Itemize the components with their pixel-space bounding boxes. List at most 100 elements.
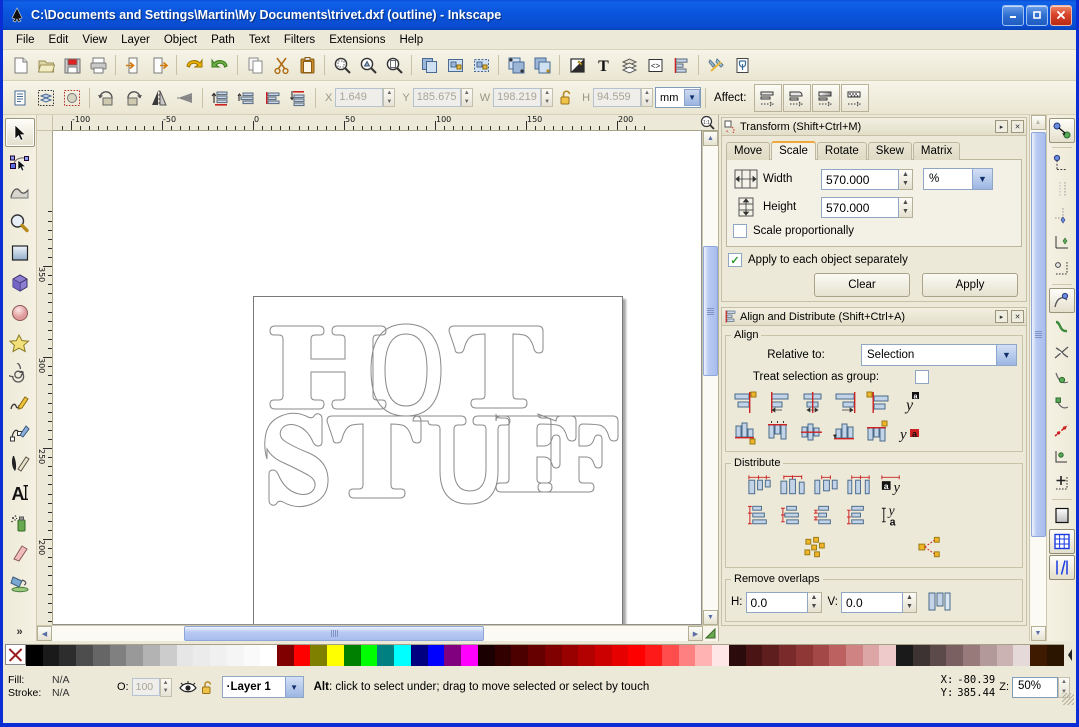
paint-bucket-icon[interactable]	[5, 568, 35, 597]
align-distribute-icon[interactable]	[668, 52, 694, 78]
clear-button[interactable]: Clear	[814, 273, 910, 297]
snap-bbox-centers-button[interactable]	[1049, 255, 1075, 280]
snap-to-grids-button[interactable]	[1048, 529, 1075, 554]
x-input[interactable]: 1.649	[335, 88, 384, 107]
menu-path[interactable]: Path	[204, 32, 242, 48]
zoom-input[interactable]: 50%	[1012, 676, 1058, 698]
palette-swatch[interactable]	[661, 645, 679, 666]
dock-scroll-down-arrow-icon[interactable]: ▼	[1030, 626, 1046, 641]
deselect-icon[interactable]	[59, 85, 85, 111]
xml-editor-icon[interactable]: <>	[642, 52, 668, 78]
dist-top-edges-icon[interactable]	[745, 502, 776, 530]
scroll-down-arrow-icon[interactable]: ▼	[703, 610, 718, 625]
palette-swatch[interactable]	[862, 645, 880, 666]
dist-text-baselines-v-icon[interactable]: ya	[877, 502, 908, 530]
palette-swatch[interactable]	[578, 645, 595, 666]
palette-swatch[interactable]	[795, 645, 813, 666]
flip-vertical-icon[interactable]	[172, 85, 198, 111]
undo-icon[interactable]	[181, 52, 207, 78]
calligraphy-pen-icon[interactable]	[5, 448, 35, 477]
palette-swatch[interactable]	[1013, 645, 1031, 666]
palette-swatch[interactable]	[594, 645, 612, 666]
palette-swatch[interactable]	[728, 645, 746, 666]
import-icon[interactable]	[120, 52, 146, 78]
palette-swatch[interactable]	[59, 645, 77, 666]
palette-swatch[interactable]	[494, 645, 512, 666]
snap-path-intersections-button[interactable]	[1049, 340, 1075, 365]
text-anchor-vertical-icon[interactable]: ya	[896, 388, 927, 416]
duplicate-icon[interactable]	[416, 52, 442, 78]
dist-centers-horizontal-icon[interactable]	[778, 472, 809, 500]
palette-swatch[interactable]	[645, 645, 662, 666]
snap-bbox-corners-button[interactable]	[1049, 203, 1075, 228]
save-document-icon[interactable]	[59, 52, 85, 78]
close-button[interactable]	[1050, 4, 1072, 26]
palette-swatch[interactable]	[544, 645, 562, 666]
pencil-tool[interactable]	[5, 388, 35, 417]
transform-patterns-icon[interactable]	[841, 83, 870, 112]
palette-swatch[interactable]	[444, 645, 462, 666]
palette-swatch[interactable]	[1046, 645, 1064, 666]
zoom-1to1-icon[interactable]: 1:1	[696, 115, 718, 131]
visibility-eye-icon[interactable]	[178, 677, 198, 697]
palette-swatch[interactable]	[946, 645, 964, 666]
palette-swatch[interactable]	[26, 645, 43, 666]
bezier-pen-icon[interactable]	[5, 418, 35, 447]
treat-as-group-checkbox[interactable]	[915, 370, 929, 384]
eraser-icon[interactable]	[5, 538, 35, 567]
palette-swatch[interactable]	[879, 645, 897, 666]
palette-swatch[interactable]	[243, 645, 261, 666]
palette-swatch[interactable]	[762, 645, 780, 666]
rectangle-tool[interactable]	[5, 238, 35, 267]
overlap-h-spinner[interactable]: ▲ ▼	[807, 591, 822, 613]
open-document-icon[interactable]	[33, 52, 59, 78]
scale-proportionally-row[interactable]: Scale proportionally	[733, 224, 1015, 238]
zoom-page-icon[interactable]	[381, 52, 407, 78]
tab-matrix[interactable]: Matrix	[912, 142, 961, 160]
align-detach-button[interactable]: ▸	[995, 310, 1008, 323]
menu-layer[interactable]: Layer	[114, 32, 157, 48]
overlap-v-input[interactable]: 0.0	[840, 591, 903, 613]
minimize-button[interactable]	[1002, 4, 1024, 26]
transform-close-button[interactable]: ✕	[1011, 120, 1024, 133]
document-properties-icon[interactable]	[729, 52, 755, 78]
snap-bbox-edge-midpoints-button[interactable]	[1049, 229, 1075, 254]
x-field-group[interactable]: 1.649 ▲ ▼	[335, 88, 396, 107]
y-spinner[interactable]: ▲ ▼	[460, 88, 473, 107]
tab-skew[interactable]: Skew	[867, 142, 912, 160]
w-spinner[interactable]: ▲ ▼	[541, 88, 554, 107]
palette-swatch[interactable]	[92, 645, 110, 666]
palette-swatch[interactable]	[126, 645, 144, 666]
tab-move[interactable]: Move	[726, 142, 771, 160]
align-top-edges-icon[interactable]	[764, 418, 795, 446]
paste-icon[interactable]	[294, 52, 320, 78]
snap-midpoints-line-segments-button[interactable]	[1049, 418, 1075, 443]
fill-stroke-indicator[interactable]: Fill: N/A Stroke: N/A	[3, 674, 111, 700]
dock-vscroll-thumb[interactable]	[1030, 132, 1046, 537]
align-close-button[interactable]: ✕	[1011, 310, 1024, 323]
group-icon[interactable]	[442, 52, 468, 78]
dist-vertical-gaps-icon[interactable]	[811, 502, 842, 530]
hscroll-thumb[interactable]	[184, 626, 484, 641]
palette-swatch[interactable]	[929, 645, 947, 666]
palette-swatch[interactable]	[1030, 645, 1047, 666]
transform-width-input[interactable]: 570.000	[821, 168, 899, 190]
align-left-edge-to-right-anchor-icon[interactable]	[863, 388, 894, 416]
palette-swatch[interactable]	[896, 645, 913, 666]
selector-tool[interactable]	[4, 118, 35, 147]
opacity-spinner[interactable]: ▲ ▼	[159, 677, 172, 697]
scroll-right-arrow-icon[interactable]: ▶	[688, 626, 703, 641]
snap-object-centers-button[interactable]	[1049, 444, 1075, 469]
zoom-selection-icon[interactable]	[329, 52, 355, 78]
transform-width-spinner[interactable]: ▲ ▼	[899, 168, 913, 190]
export-icon[interactable]	[146, 52, 172, 78]
menu-text[interactable]: Text	[242, 32, 277, 48]
flip-horizontal-icon[interactable]	[146, 85, 172, 111]
drawing-canvas[interactable]	[53, 131, 702, 625]
node-tool[interactable]	[5, 148, 35, 177]
palette-swatch[interactable]	[427, 645, 445, 666]
snap-nodes-paths-button[interactable]	[1048, 288, 1075, 313]
center-on-horizontal-axis-icon[interactable]	[797, 418, 828, 446]
align-right-edge-to-left-anchor-icon[interactable]	[731, 388, 762, 416]
palette-swatch[interactable]	[561, 645, 579, 666]
